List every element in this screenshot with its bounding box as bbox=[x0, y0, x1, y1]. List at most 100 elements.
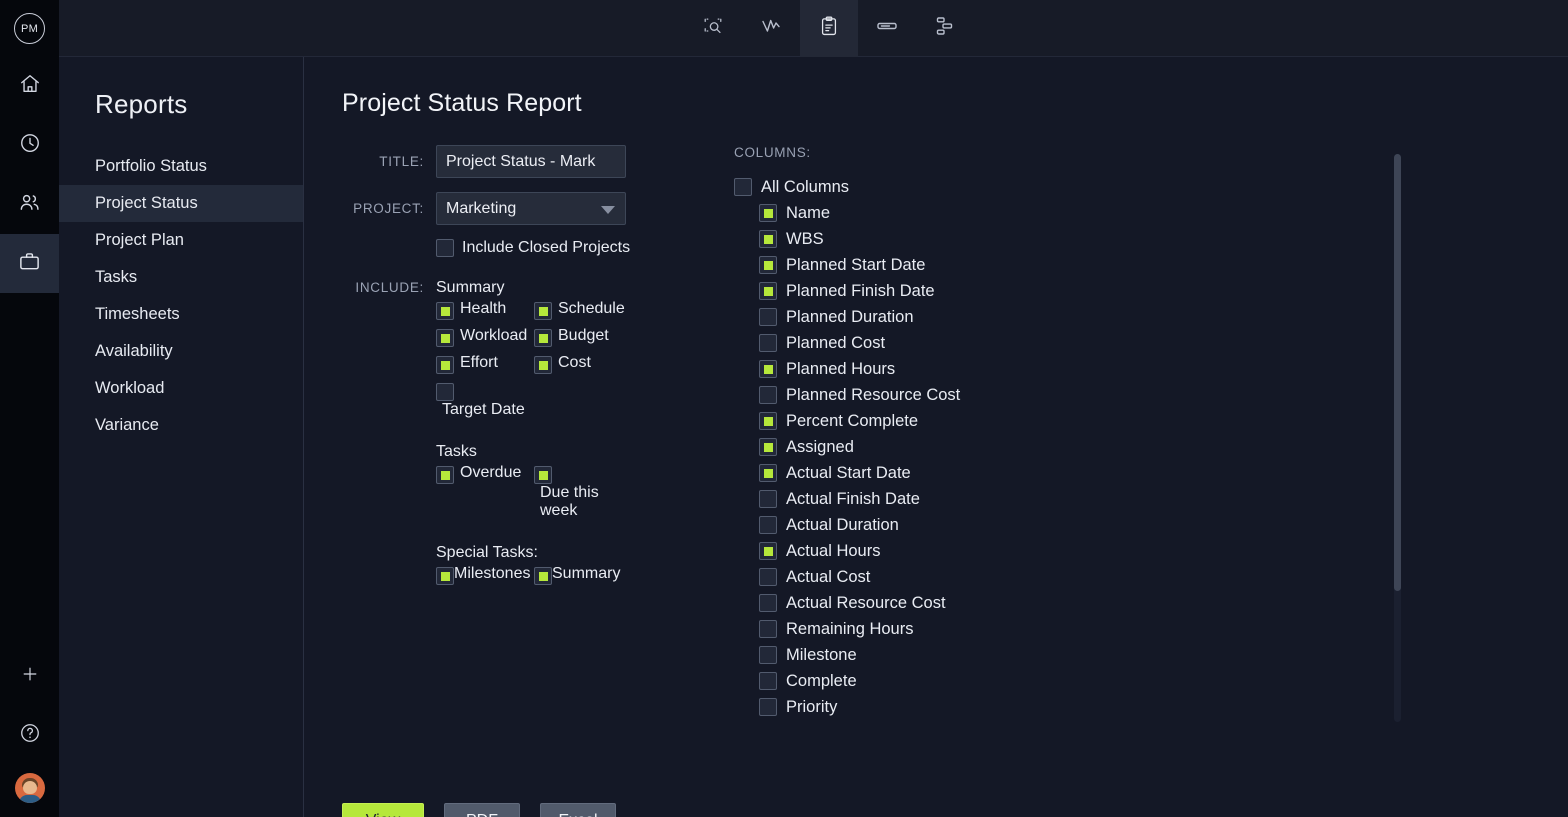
checkbox-box bbox=[759, 308, 777, 326]
app-logo[interactable]: PM bbox=[0, 0, 59, 57]
column-actual-finish-date[interactable]: Actual Finish Date bbox=[734, 486, 1154, 512]
column-planned-start-date[interactable]: Planned Start Date bbox=[734, 252, 1154, 278]
top-toolbar bbox=[59, 0, 1568, 57]
column-planned-resource-cost[interactable]: Planned Resource Cost bbox=[734, 382, 1154, 408]
include-group-summary: Summary Health Schedule bbox=[436, 279, 632, 426]
group-heading: Special Tasks: bbox=[436, 544, 632, 562]
option-cost[interactable]: Cost bbox=[534, 354, 632, 374]
pdf-button[interactable]: PDF bbox=[444, 803, 520, 817]
rail-item-home[interactable] bbox=[0, 57, 59, 116]
option-target-date[interactable]: Target Date bbox=[436, 381, 534, 419]
reports-sidebar: Reports Portfolio Status Project Status … bbox=[59, 57, 304, 817]
checkbox-box bbox=[759, 256, 777, 274]
tab-reports[interactable] bbox=[800, 0, 858, 57]
project-select[interactable]: Marketing bbox=[436, 192, 626, 225]
sidebar-item-timesheets[interactable]: Timesheets bbox=[59, 296, 303, 333]
column-actual-resource-cost[interactable]: Actual Resource Cost bbox=[734, 590, 1154, 616]
checkbox-box bbox=[534, 329, 552, 347]
column-remaining-hours[interactable]: Remaining Hours bbox=[734, 616, 1154, 642]
option-overdue[interactable]: Overdue bbox=[436, 464, 534, 520]
option-label: Overdue bbox=[460, 464, 521, 482]
column-planned-hours[interactable]: Planned Hours bbox=[734, 356, 1154, 382]
option-due-this-week[interactable]: Due this week bbox=[534, 464, 632, 520]
column-label: Actual Cost bbox=[786, 568, 870, 587]
column-actual-hours[interactable]: Actual Hours bbox=[734, 538, 1154, 564]
column-planned-duration[interactable]: Planned Duration bbox=[734, 304, 1154, 330]
checkbox-box bbox=[436, 302, 454, 320]
option-milestones[interactable]: Milestones bbox=[436, 565, 534, 585]
column-label: Actual Start Date bbox=[786, 464, 911, 483]
overview-search-icon bbox=[702, 15, 724, 42]
checkbox-box bbox=[759, 412, 777, 430]
checkbox-box bbox=[759, 542, 777, 560]
column-milestone[interactable]: Milestone bbox=[734, 642, 1154, 668]
checkbox-box bbox=[759, 204, 777, 222]
option-health[interactable]: Health bbox=[436, 300, 534, 320]
rail-item-add[interactable] bbox=[0, 647, 59, 706]
rail-item-time[interactable] bbox=[0, 116, 59, 175]
tab-gantt[interactable] bbox=[916, 0, 974, 57]
sidebar-item-variance[interactable]: Variance bbox=[59, 407, 303, 444]
checkbox-box bbox=[534, 567, 552, 585]
option-schedule[interactable]: Schedule bbox=[534, 300, 632, 320]
column-percent-complete[interactable]: Percent Complete bbox=[734, 408, 1154, 434]
rail-item-projects[interactable] bbox=[0, 234, 59, 293]
view-button[interactable]: View bbox=[342, 803, 424, 817]
column-wbs[interactable]: WBS bbox=[734, 226, 1154, 252]
option-label: Target Date bbox=[442, 401, 525, 419]
checkbox-box bbox=[759, 698, 777, 716]
option-budget[interactable]: Budget bbox=[534, 327, 632, 347]
form-left-column: TITLE: PROJECT: Marketing Include Closed… bbox=[342, 145, 742, 606]
option-label: Summary bbox=[552, 565, 620, 583]
column-name[interactable]: Name bbox=[734, 200, 1154, 226]
checkbox-box bbox=[534, 466, 552, 484]
tab-overview[interactable] bbox=[684, 0, 742, 57]
rail-item-help[interactable] bbox=[0, 706, 59, 765]
app-root: PM bbox=[0, 0, 1568, 817]
column-actual-start-date[interactable]: Actual Start Date bbox=[734, 460, 1154, 486]
sidebar-item-project-plan[interactable]: Project Plan bbox=[59, 222, 303, 259]
tab-board[interactable] bbox=[858, 0, 916, 57]
rail-item-team[interactable] bbox=[0, 175, 59, 234]
column-label: Planned Finish Date bbox=[786, 282, 935, 301]
column-priority[interactable]: Priority bbox=[734, 694, 1154, 720]
columns-scrollbar-thumb[interactable] bbox=[1394, 154, 1401, 591]
tab-activity[interactable] bbox=[742, 0, 800, 57]
option-workload[interactable]: Workload bbox=[436, 327, 534, 347]
sidebar-item-label: Portfolio Status bbox=[95, 157, 207, 176]
group-options: Milestones Summary bbox=[436, 565, 632, 592]
checkbox-box bbox=[534, 356, 552, 374]
home-icon bbox=[19, 73, 41, 100]
column-actual-duration[interactable]: Actual Duration bbox=[734, 512, 1154, 538]
column-actual-cost[interactable]: Actual Cost bbox=[734, 564, 1154, 590]
checkbox-box bbox=[436, 239, 454, 257]
column-complete[interactable]: Complete bbox=[734, 668, 1154, 694]
list-bar-icon bbox=[874, 13, 900, 44]
checkbox-box bbox=[759, 516, 777, 534]
column-label: Complete bbox=[786, 672, 857, 691]
checkbox-box bbox=[759, 594, 777, 612]
main-content: Project Status Report TITLE: PROJECT: Ma… bbox=[304, 57, 1568, 817]
title-input[interactable] bbox=[436, 145, 626, 178]
sidebar-item-project-status[interactable]: Project Status bbox=[59, 185, 303, 222]
excel-button[interactable]: Excel bbox=[540, 803, 616, 817]
column-planned-cost[interactable]: Planned Cost bbox=[734, 330, 1154, 356]
option-label: Milestones bbox=[454, 565, 530, 583]
column-planned-finish-date[interactable]: Planned Finish Date bbox=[734, 278, 1154, 304]
sidebar-item-workload[interactable]: Workload bbox=[59, 370, 303, 407]
column-label: Actual Hours bbox=[786, 542, 880, 561]
checkbox-box bbox=[759, 386, 777, 404]
column-all-columns[interactable]: All Columns bbox=[734, 174, 1154, 200]
checkbox-box bbox=[759, 620, 777, 638]
include-closed-checkbox[interactable]: Include Closed Projects bbox=[436, 239, 630, 257]
column-label: Planned Start Date bbox=[786, 256, 925, 275]
column-assigned[interactable]: Assigned bbox=[734, 434, 1154, 460]
sidebar-item-tasks[interactable]: Tasks bbox=[59, 259, 303, 296]
sidebar-item-availability[interactable]: Availability bbox=[59, 333, 303, 370]
sidebar-item-portfolio-status[interactable]: Portfolio Status bbox=[59, 148, 303, 185]
option-summary[interactable]: Summary bbox=[534, 565, 632, 585]
avatar[interactable] bbox=[0, 773, 59, 803]
sidebar-item-label: Variance bbox=[95, 416, 159, 435]
option-effort[interactable]: Effort bbox=[436, 354, 534, 374]
group-options: Health Schedule Workload bbox=[436, 300, 632, 426]
